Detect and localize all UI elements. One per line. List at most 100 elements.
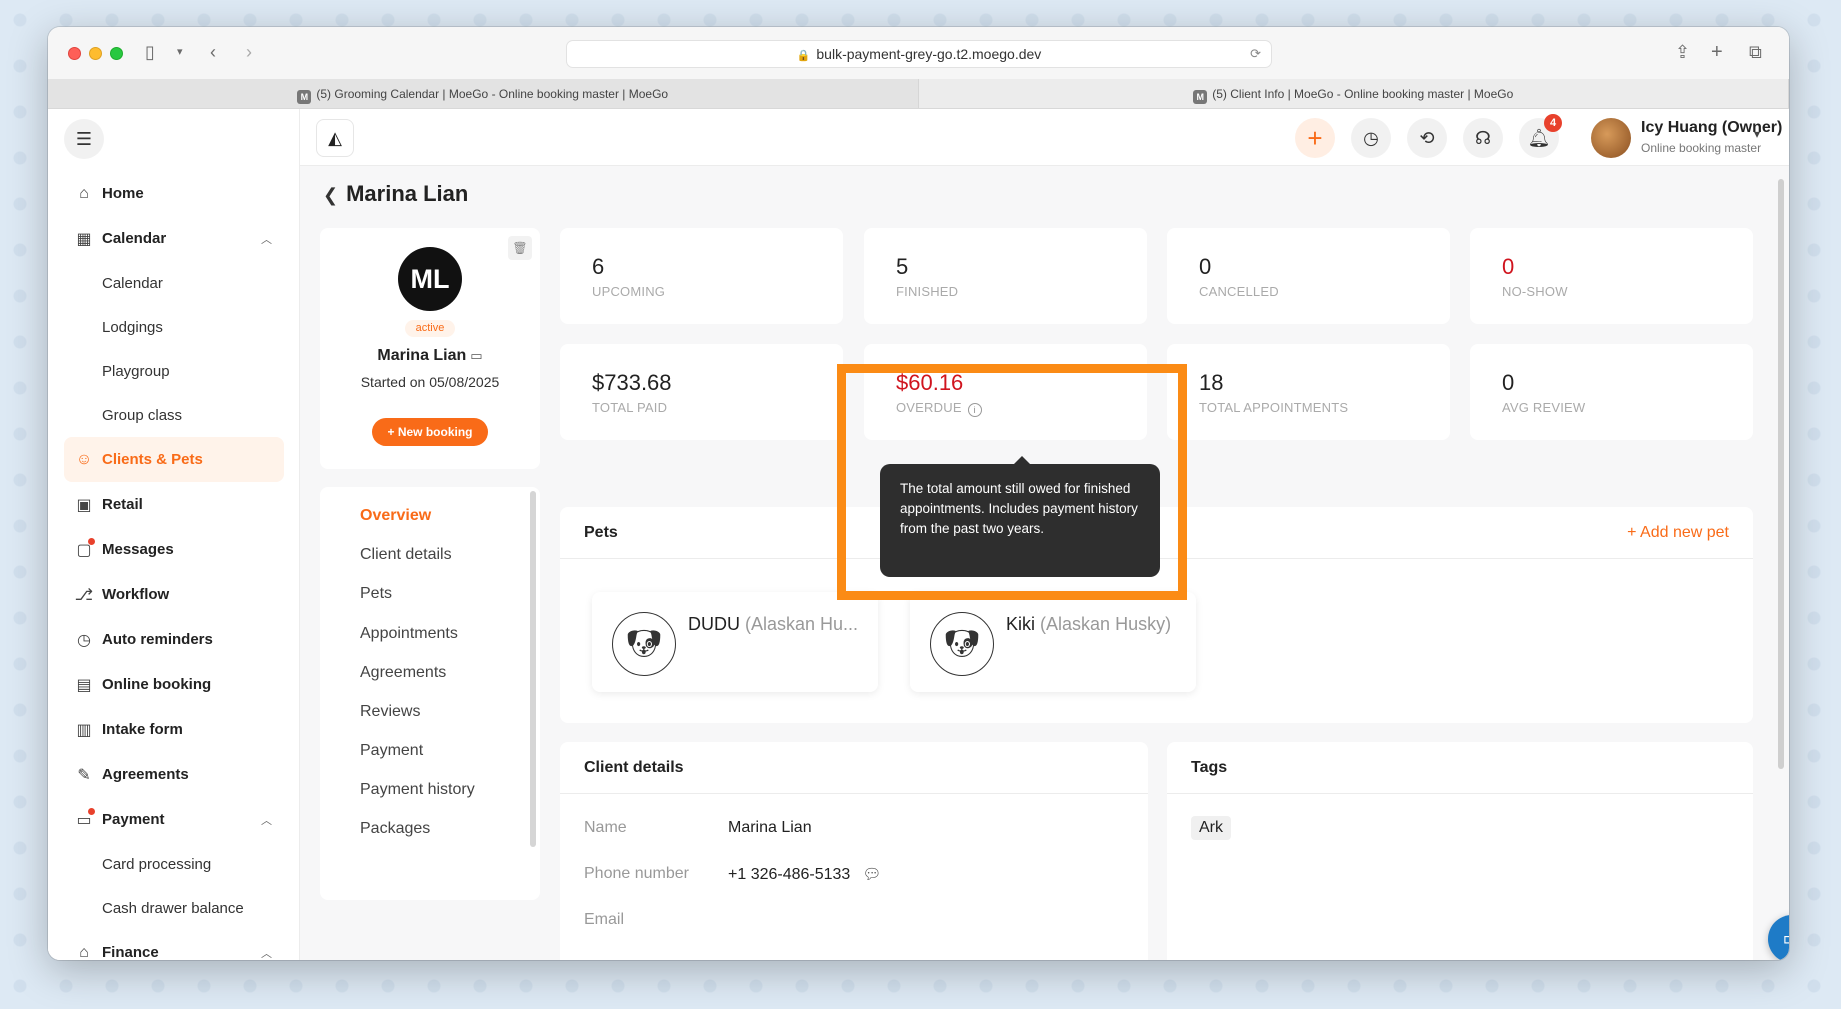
panel-title: Client details [584,759,684,776]
credit-card-icon: ▭ [470,348,483,363]
sidebar-item-agreements[interactable]: ✎ Agreements [64,752,284,797]
online-booking-icon: ▤ [76,676,92,694]
sidebar-subitem-calendar[interactable]: Calendar [64,261,284,305]
pet-card[interactable]: 🐶︎ DUDU (Alaskan Hu... [592,592,878,692]
browser-tab-active[interactable]: M (5) Client Info | MoeGo - Online bookin… [919,79,1789,108]
sidebar-subitem-cash-drawer[interactable]: Cash drawer balance [64,886,284,930]
browser-tab[interactable]: M (5) Grooming Calendar | MoeGo - Online … [48,79,919,108]
quick-add-button[interactable]: + [1295,118,1335,158]
sync-icon[interactable]: ⟲ [1407,118,1447,158]
hamburger-menu-icon[interactable]: ☰ [64,119,104,159]
pet-card[interactable]: 🐶︎ Kiki (Alaskan Husky) [910,592,1196,692]
tab-pets[interactable]: Pets [360,585,392,603]
sidebar-item-home[interactable]: ⌂ Home [64,171,284,216]
panel-title: Pets [584,524,618,541]
tab-agreements[interactable]: Agreements [360,664,446,682]
scrollbar[interactable] [530,491,536,847]
sidebar-item-label: Agreements [102,766,189,783]
sidebar-item-retail[interactable]: ▣ Retail [64,482,284,527]
tab-payment[interactable]: Payment [360,742,423,760]
maximize-window-button[interactable] [110,47,123,60]
sidebar-item-auto-reminders[interactable]: ◷ Auto reminders [64,617,284,662]
stat-value: 0 [1502,254,1515,279]
pet-breed: (Alaskan Hu... [745,614,859,634]
share-icon[interactable]: ⇪ [1675,41,1690,63]
sidebar-item-label: Workflow [102,586,170,603]
stat-no-show: 0 NO-SHOW [1470,228,1753,324]
trash-icon[interactable]: 🗑︎ [508,236,532,260]
stat-label: AVG REVIEW [1502,400,1586,415]
chevron-up-icon[interactable]: ︿ [261,812,272,828]
sidebar-toggle-icon[interactable]: ▯ [145,41,155,63]
pet-name-text: Kiki [1006,614,1036,634]
sidebar-item-workflow[interactable]: ⎇ Workflow [64,572,284,617]
browser-tabs: M (5) Grooming Calendar | MoeGo - Online … [48,79,1789,109]
stat-label: CANCELLED [1199,284,1279,299]
stat-cancelled: 0 CANCELLED [1167,228,1450,324]
sidebar-subitem-playgroup[interactable]: Playgroup [64,349,284,393]
sidebar-item-finance[interactable]: ⌂ Finance ︿ [64,930,284,961]
detail-label: Email [584,911,625,928]
user-name[interactable]: Icy Huang (Owner) [1641,119,1782,137]
pet-breed: (Alaskan Husky) [1040,614,1172,634]
chevron-down-icon[interactable]: ▾ [1754,127,1760,141]
stat-value: 0 [1502,370,1515,395]
dog-icon: 🐶︎ [612,612,676,676]
tab-overview[interactable]: Overview [360,507,431,525]
sidebar-item-label: Card processing [102,855,212,873]
back-arrow-icon[interactable]: ‹ [210,41,216,63]
stat-label: NO-SHOW [1502,284,1568,299]
tab-title: (5) Client Info | MoeGo - Online booking… [1212,87,1514,101]
sidebar: ☰ ⌂ Home ▦ Calendar ︿ Calendar Lodgings Pla… [48,109,300,960]
forward-arrow-icon[interactable]: › [246,41,252,63]
sidebar-item-intake-form[interactable]: ▥ Intake form [64,707,284,752]
client-avatar: ML [398,247,462,311]
stat-label: TOTAL PAID [592,400,668,415]
sidebar-subitem-group-class[interactable]: Group class [64,393,284,437]
headset-support-icon[interactable]: ☊ [1463,118,1503,158]
address-bar[interactable]: 🔒 bulk-payment-grey-go.t2.moego.dev ⟳ [566,40,1272,68]
scrollbar[interactable] [1778,179,1784,769]
tab-reviews[interactable]: Reviews [360,703,420,721]
sidebar-item-online-booking[interactable]: ▤ Online booking [64,662,284,707]
close-window-button[interactable] [68,47,81,60]
chevron-down-icon[interactable]: ▾ [177,41,183,63]
message-bubble-icon[interactable]: 💬︎ [862,866,881,883]
sidebar-subitem-lodgings[interactable]: Lodgings [64,305,284,349]
new-booking-button[interactable]: + New booking [372,418,488,446]
tab-overview-icon[interactable]: ⧉ [1749,41,1762,63]
stat-total-appointments: 18 TOTAL APPOINTMENTS [1167,344,1450,440]
sidebar-item-messages[interactable]: ▢ Messages [64,527,284,572]
sidebar-item-payment[interactable]: ▭ Payment ︿ [64,797,284,842]
calendar-icon: ▦ [76,230,92,248]
pet-name-text: DUDU [688,614,740,634]
sidebar-item-calendar[interactable]: ▦ Calendar ︿ [64,216,284,261]
chevron-up-icon[interactable]: ︿ [261,231,272,247]
tab-appointments[interactable]: Appointments [360,625,458,643]
clock-icon[interactable]: ◷ [1351,118,1391,158]
dog-icon: 🐶︎ [930,612,994,676]
tag-chip[interactable]: Ark [1191,816,1231,840]
sidebar-subitem-card-processing[interactable]: Card processing [64,842,284,886]
new-tab-icon[interactable]: + [1711,41,1723,63]
sidebar-item-label: Calendar [102,230,167,247]
sidebar-item-clients-pets[interactable]: ☺ Clients & Pets [64,437,284,482]
tab-packages[interactable]: Packages [360,820,430,838]
user-avatar[interactable] [1591,118,1631,158]
moego-logo-icon[interactable]: ◭ [316,119,354,157]
tab-payment-history[interactable]: Payment history [360,781,475,799]
add-new-pet-button[interactable]: + Add new pet [1627,524,1729,542]
tab-client-details[interactable]: Client details [360,546,452,564]
detail-label: Name [584,819,627,836]
browser-toolbar: ▯ ▾ ‹ › 🔒 bulk-payment-grey-go.t2.moego.d… [48,27,1789,79]
back-chevron-icon[interactable]: ❮ [323,185,338,205]
sidebar-item-label: Finance [102,944,159,960]
client-profile-card: 🗑︎ ML active Marina Lian ▭ Started on 05/… [320,228,540,469]
workflow-icon: ⎇ [74,586,94,604]
bell-icon[interactable]: 🔔︎ 4 [1519,114,1562,158]
chevron-up-icon[interactable]: ︿ [261,945,272,961]
sidebar-item-label: Retail [102,496,143,513]
minimize-window-button[interactable] [89,47,102,60]
reload-icon[interactable]: ⟳ [1250,41,1261,67]
pet-name: Kiki (Alaskan Husky) [1006,614,1171,635]
